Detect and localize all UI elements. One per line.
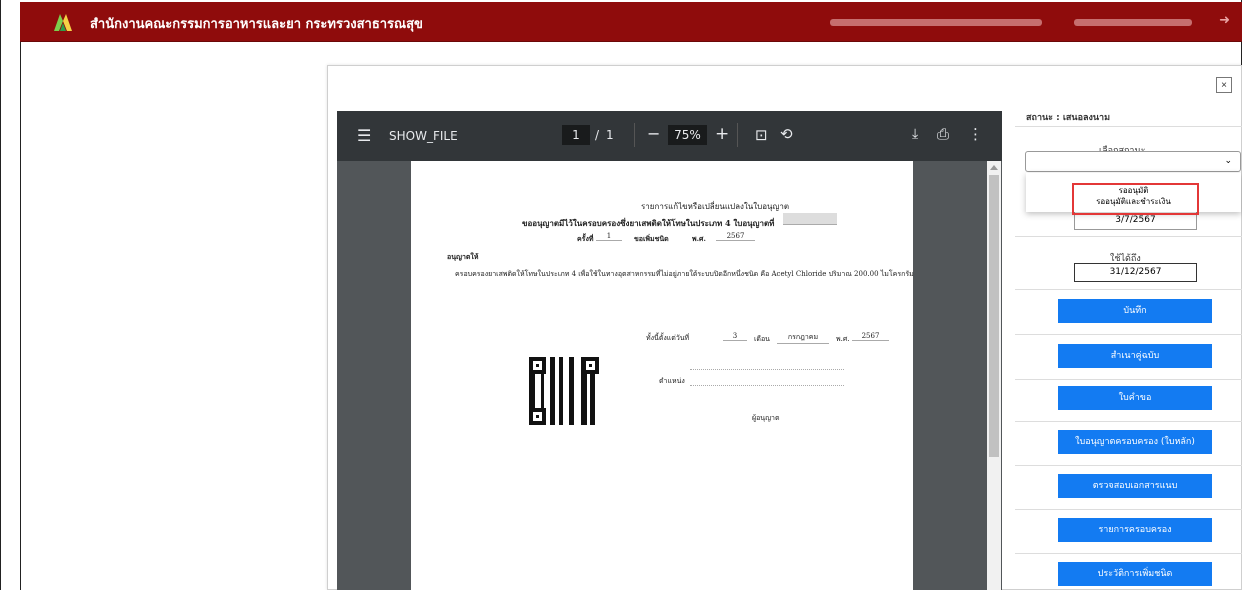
sidebar-divider [1015, 421, 1242, 422]
grant-label: อนุญาตให้ [447, 252, 479, 261]
toolbar-divider [634, 123, 635, 147]
type-history-button[interactable]: ประวัติการเพิ่มชนิด [1058, 562, 1212, 586]
effective-month: กรกฎาคม [777, 332, 829, 344]
main-license-button[interactable]: ใบอนุญาตครอบครอง (ใบหลัก) [1058, 430, 1212, 454]
print-icon[interactable]: ⎙ [937, 125, 949, 143]
position-line [690, 385, 844, 386]
sidebar-divider [1015, 465, 1242, 466]
rotate-icon[interactable]: ⟲ [780, 125, 793, 143]
zoom-out-icon[interactable]: − [647, 124, 660, 143]
blurred-user-info [830, 19, 1042, 26]
request-form-button[interactable]: ใบคำขอ [1058, 386, 1212, 410]
page-total: 1 [606, 128, 614, 142]
sidebar-divider [1015, 236, 1242, 237]
qr-finder-pattern [582, 357, 599, 374]
zoom-level-input[interactable]: 75% [668, 125, 707, 145]
effective-year: 2567 [852, 332, 889, 341]
top-header: สำนักงานคณะกรรมการอาหารและยา กระทรวงสาธา… [20, 2, 1242, 42]
page-separator: / [595, 128, 600, 142]
round-value: 1 [596, 232, 622, 241]
sidebar-divider [1015, 334, 1242, 335]
pdf-file-name: SHOW_FILE [389, 129, 458, 143]
fda-logo-icon [54, 14, 72, 31]
pdf-page: รายการแก้ไขหรือเปลี่ยนแปลงในใบอนุญาต ขออ… [411, 161, 914, 590]
qr-finder-pattern [529, 357, 546, 374]
sidebar-divider [1015, 553, 1242, 554]
blurred-user-role [1074, 19, 1192, 26]
approval-sidebar: สถานะ : เสนอลงนาม เลือกสถานะ ⌄ 3/7/2567 … [1015, 99, 1242, 590]
effective-day: 3 [723, 332, 747, 341]
signature-line [690, 369, 844, 370]
document-title: รายการแก้ไขหรือเปลี่ยนแปลงในใบอนุญาต [641, 202, 790, 211]
grant-description: ครอบครองยาเสพติดให้โทษในประเภท 4 เพื่อใช… [455, 270, 914, 278]
modal-close-button[interactable]: × [1216, 77, 1232, 93]
menu-icon[interactable]: ☰ [357, 126, 371, 145]
save-button[interactable]: บันทึก [1058, 299, 1212, 323]
year-label: พ.ศ. [692, 234, 706, 243]
site-title: สำนักงานคณะกรรมการอาหารและยา กระทรวงสาธา… [90, 17, 423, 32]
logout-icon[interactable]: ➜ [1219, 13, 1230, 28]
month-label: เดือน [754, 335, 770, 343]
position-label: ตำแหน่ง [659, 377, 685, 385]
sidebar-divider [1015, 379, 1242, 380]
scrollbar-thumb[interactable] [989, 175, 999, 457]
check-attachments-button[interactable]: ตรวจสอบเอกสารแนบ [1058, 474, 1212, 498]
scroll-up-arrow-icon[interactable] [990, 165, 998, 170]
license-line: ขออนุญาตมีไว้ในครอบครองซึ่งยาเสพติดให้โท… [522, 218, 775, 228]
sidebar-divider [1015, 126, 1242, 127]
qr-finder-pattern [529, 408, 546, 425]
status-select[interactable]: ⌄ [1025, 151, 1241, 172]
date-to-field[interactable]: 31/12/2567 [1074, 263, 1197, 282]
blurred-license-number [783, 213, 837, 225]
chevron-down-icon: ⌄ [1224, 156, 1232, 166]
status-text: สถานะ : เสนอลงนาม [1026, 113, 1111, 123]
zoom-in-icon[interactable]: + [715, 124, 729, 144]
page-number-input[interactable]: 1 [562, 125, 590, 145]
round-label: ครั้งที่ [577, 234, 594, 243]
year-value: 2567 [716, 232, 755, 241]
licensor-label: ผู้อนุญาต [752, 414, 780, 422]
more-icon[interactable]: ⋮ [968, 125, 983, 143]
effective-date-label: ทั้งนี้ตั้งแต่วันที่ [646, 334, 690, 342]
year-label-2: พ.ศ. [836, 335, 850, 343]
download-icon[interactable]: ⤓ [912, 126, 918, 142]
sidebar-divider [1015, 289, 1242, 290]
type-label: ขอเพิ่มชนิด [634, 234, 669, 243]
pdf-scrollbar[interactable] [987, 161, 1001, 590]
left-panel-border [20, 42, 21, 590]
fit-page-icon[interactable]: ⊡ [755, 126, 768, 144]
qr-code-icon [529, 357, 599, 425]
sidebar-divider [1015, 509, 1242, 510]
pdf-toolbar: ☰ SHOW_FILE 1 / 1 − 75% + ⊡ ⟲ ⤓ ⎙ ⋮ [337, 111, 1002, 161]
copy-duplicate-button[interactable]: สำเนาคู่ฉบับ [1058, 344, 1212, 368]
toolbar-divider [737, 123, 738, 147]
possession-list-button[interactable]: รายการครอบครอง [1058, 518, 1212, 542]
highlight-box [1072, 183, 1199, 215]
